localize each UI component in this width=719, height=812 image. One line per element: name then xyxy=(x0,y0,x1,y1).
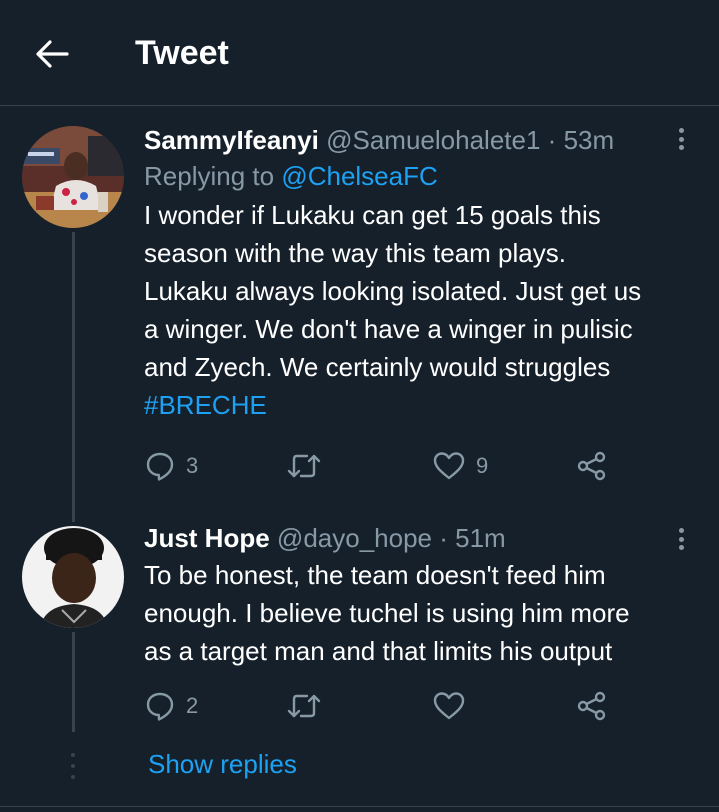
tweet-text: To be honest, the team doesn't feed him … xyxy=(144,556,679,670)
reply-button[interactable]: 2 xyxy=(144,686,198,726)
tweet-text-line: season with the way this team plays. xyxy=(144,238,566,268)
tweet-timestamp[interactable]: 53m xyxy=(564,125,615,155)
tweet-content: SammyIfeanyi @Samuelohalete1 · 53m Reply… xyxy=(144,122,679,424)
heart-icon xyxy=(433,452,465,480)
thread-dots xyxy=(68,753,78,779)
back-button[interactable] xyxy=(26,30,78,78)
reply-button[interactable]: 3 xyxy=(144,446,198,486)
tweet-timestamp[interactable]: 51m xyxy=(455,523,506,553)
author-name[interactable]: Just Hope xyxy=(144,523,270,553)
tweet-content: Just Hope @dayo_hope · 51m To be honest,… xyxy=(144,520,679,670)
tweet-header: SammyIfeanyi @Samuelohalete1 · 53m xyxy=(144,122,679,158)
replying-to-line: Replying to @ChelseaFC xyxy=(144,158,679,194)
tweet-text-line: as a target man and that limits his outp… xyxy=(144,636,613,666)
share-icon xyxy=(577,691,606,721)
author-handle[interactable]: @Samuelohalete1 xyxy=(326,125,540,155)
thread-connector-line xyxy=(72,632,75,732)
tweet-header: Just Hope @dayo_hope · 51m xyxy=(144,520,679,556)
hashtag-link[interactable]: #BRECHE xyxy=(144,386,679,424)
heart-icon xyxy=(433,692,465,720)
more-vertical-icon xyxy=(678,528,684,533)
avatar-image xyxy=(22,526,124,628)
replying-to-label: Replying to xyxy=(144,161,275,191)
tweet-text-line: and Zyech. We certainly would struggles xyxy=(144,352,611,382)
tweet-actions: 2 xyxy=(144,686,624,726)
top-bar: Tweet xyxy=(0,0,719,106)
thread-connector-line xyxy=(72,232,75,522)
comment-icon xyxy=(146,692,174,721)
divider xyxy=(0,806,719,807)
meta-separator: · xyxy=(439,523,448,553)
retweet-button[interactable] xyxy=(286,446,332,486)
tweet-text-line: a winger. We don't have a winger in puli… xyxy=(144,314,633,344)
reply-count: 3 xyxy=(186,453,199,478)
page-title: Tweet xyxy=(135,34,229,72)
tweet-text-line: enough. I believe tuchel is using him mo… xyxy=(144,598,630,628)
tweet-text: I wonder if Lukaku can get 15 goals this… xyxy=(144,196,679,424)
avatar[interactable] xyxy=(22,126,124,228)
more-options-button[interactable] xyxy=(673,524,689,554)
like-button[interactable] xyxy=(432,686,476,726)
avatar-image xyxy=(22,126,124,228)
author-name[interactable]: SammyIfeanyi xyxy=(144,125,319,155)
share-button[interactable] xyxy=(576,686,608,726)
retweet-button[interactable] xyxy=(286,686,332,726)
retweet-icon xyxy=(287,694,321,718)
share-icon xyxy=(577,451,606,481)
more-options-button[interactable] xyxy=(673,124,689,154)
tweet-text-line: To be honest, the team doesn't feed him xyxy=(144,560,606,590)
like-button[interactable]: 9 xyxy=(432,446,488,486)
tweet-text-line: I wonder if Lukaku can get 15 goals this xyxy=(144,200,601,230)
arrow-left-icon xyxy=(36,40,69,68)
avatar[interactable] xyxy=(22,526,124,628)
author-handle[interactable]: @dayo_hope xyxy=(277,523,432,553)
share-button[interactable] xyxy=(576,446,608,486)
reply-count: 2 xyxy=(186,693,199,718)
replying-to-mention[interactable]: @ChelseaFC xyxy=(281,161,437,191)
comment-icon xyxy=(146,452,174,481)
more-vertical-icon xyxy=(678,128,684,133)
like-count: 9 xyxy=(476,453,489,478)
tweet-thread-screen: Tweet SammyIfeanyi @Samuelohalete1 · 53m… xyxy=(0,0,719,812)
tweet-actions: 3 9 xyxy=(144,446,624,486)
show-replies-link[interactable]: Show replies xyxy=(148,746,297,782)
tweet-text-line: Lukaku always looking isolated. Just get… xyxy=(144,276,642,306)
retweet-icon xyxy=(287,454,321,478)
meta-separator: · xyxy=(547,125,557,155)
